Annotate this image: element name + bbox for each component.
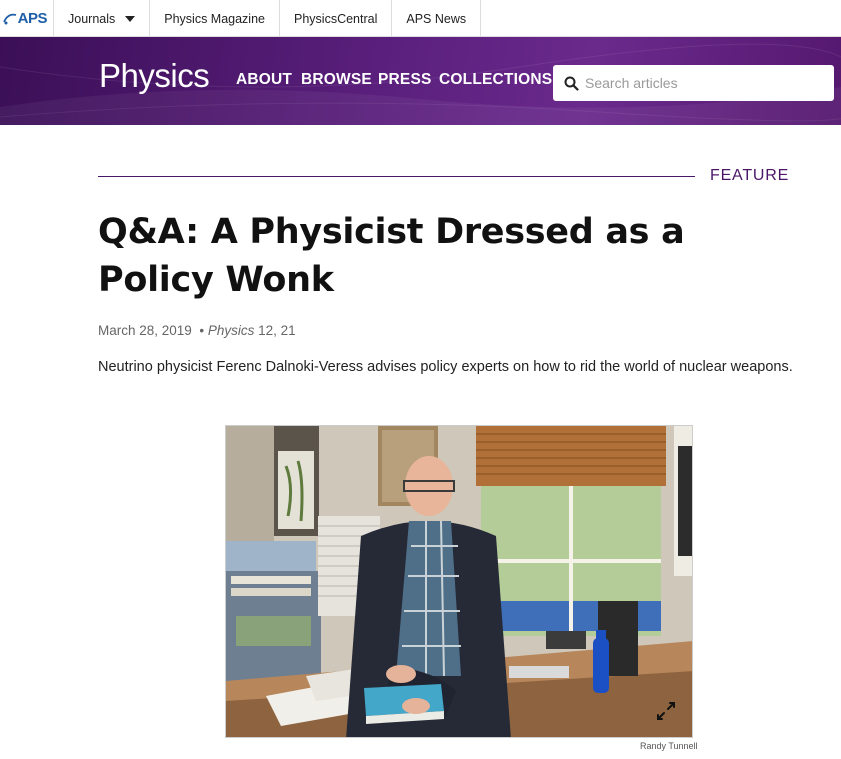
journal-name[interactable]: Physics <box>208 323 255 338</box>
category-label[interactable]: FEATURE <box>710 167 789 185</box>
top-utility-bar: APS Journals Physics Magazine PhysicsCen… <box>0 0 841 37</box>
aps-logo-text: APS <box>17 10 48 27</box>
topnav-physics-magazine-label: Physics Magazine <box>164 11 265 26</box>
aps-logo-icon <box>2 13 16 24</box>
nav-collections[interactable]: COLLECTIONS <box>439 71 552 89</box>
search-icon[interactable] <box>564 76 579 91</box>
photo-credit: Randy Tunnell <box>640 741 698 751</box>
topnav-journals-label: Journals <box>68 11 116 26</box>
section-divider <box>98 176 695 177</box>
caret-down-icon <box>125 15 136 22</box>
topnav-aps-news-label: APS News <box>406 11 467 26</box>
aps-logo[interactable]: APS <box>0 0 54 37</box>
photo-illustration <box>226 426 692 737</box>
meta-separator: • <box>195 323 208 338</box>
volume-reference[interactable]: 12, 21 <box>258 323 296 338</box>
topnav-physicscentral[interactable]: PhysicsCentral <box>280 0 393 37</box>
physics-logo[interactable]: Physics <box>99 57 210 95</box>
topnav-journals[interactable]: Journals <box>54 0 151 37</box>
topnav-physicscentral-label: PhysicsCentral <box>294 11 378 26</box>
article-meta: March 28, 2019 • Physics 12, 21 <box>98 323 296 338</box>
site-header: Physics ABOUT BROWSE PRESS COLLECTIONS <box>0 37 841 125</box>
nav-browse[interactable]: BROWSE <box>301 71 372 89</box>
topnav-aps-news[interactable]: APS News <box>392 0 482 37</box>
search-box[interactable] <box>553 65 834 101</box>
article-photo[interactable] <box>225 425 693 738</box>
nav-about[interactable]: ABOUT <box>236 71 292 89</box>
article-date: March 28, 2019 <box>98 323 192 338</box>
article-title: Q&A: A Physicist Dressed as a Policy Won… <box>98 212 685 300</box>
search-input[interactable] <box>585 75 825 91</box>
topnav-physics-magazine[interactable]: Physics Magazine <box>150 0 280 37</box>
expand-icon[interactable] <box>655 700 677 722</box>
nav-press[interactable]: PRESS <box>378 71 432 89</box>
article-summary: Neutrino physicist Ferenc Dalnoki-Veress… <box>98 359 793 375</box>
